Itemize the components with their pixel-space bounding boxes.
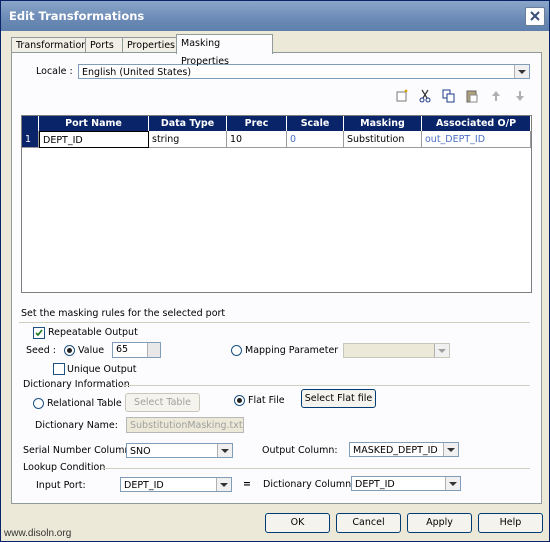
- chevron-down-icon: [445, 477, 460, 490]
- tab-label: Properties: [127, 40, 176, 51]
- paste-icon[interactable]: [465, 89, 479, 103]
- ports-grid: Port Name Data Type Prec Scale Masking A…: [21, 115, 532, 293]
- select-table-button[interactable]: Select Table: [125, 393, 200, 412]
- data-type-cell[interactable]: string: [149, 131, 227, 148]
- mapping-parameter-radio[interactable]: [231, 345, 242, 356]
- input-port-label: Input Port:: [36, 480, 86, 491]
- chevron-down-icon: [216, 478, 231, 491]
- ok-label: OK: [290, 517, 305, 528]
- column-header[interactable]: Scale: [287, 116, 344, 131]
- flat-file-label: Flat File: [248, 395, 285, 406]
- input-port-value: DEPT_ID: [124, 480, 164, 491]
- dictionary-column-value: DEPT_ID: [355, 479, 395, 490]
- seed-value-label: Value: [78, 345, 105, 356]
- edit-transformations-dialog: Edit Transformations Transformation Port…: [0, 0, 550, 542]
- serial-number-value: SNO: [130, 446, 151, 457]
- locale-select[interactable]: English (United States): [78, 64, 530, 79]
- tab-masking-properties[interactable]: Masking Properties: [176, 34, 273, 67]
- column-header[interactable]: Associated O/P: [422, 116, 531, 131]
- seed-label: Seed :: [26, 345, 56, 356]
- apply-button[interactable]: Apply: [407, 513, 472, 533]
- output-column-select[interactable]: MASKED_DEPT_ID: [349, 442, 459, 457]
- grid-corner: [22, 116, 39, 131]
- select-flat-file-button[interactable]: Select Flat file: [301, 389, 376, 408]
- cancel-label: Cancel: [352, 517, 385, 528]
- input-port-select[interactable]: DEPT_ID: [120, 477, 232, 492]
- port-name-cell[interactable]: DEPT_ID: [39, 131, 149, 148]
- title-bar: Edit Transformations: [1, 1, 549, 31]
- masking-cell[interactable]: Substitution: [344, 131, 422, 148]
- output-column-value: MASKED_DEPT_ID: [353, 445, 438, 456]
- cut-icon[interactable]: [418, 89, 432, 103]
- row-number[interactable]: 1: [22, 131, 39, 148]
- dictionary-info-heading: Dictionary Information: [23, 379, 130, 390]
- chevron-down-icon: [514, 65, 529, 78]
- divider: [121, 385, 530, 386]
- new-icon[interactable]: [395, 89, 409, 103]
- column-header[interactable]: Port Name: [39, 116, 149, 131]
- ok-button[interactable]: OK: [265, 513, 330, 533]
- dictionary-name-field[interactable]: SubstitutionMasking.txt: [126, 417, 244, 433]
- checkmark-icon: [35, 329, 43, 337]
- apply-label: Apply: [426, 517, 453, 528]
- select-table-label: Select Table: [134, 397, 191, 408]
- copy-icon[interactable]: [442, 89, 456, 103]
- locale-value: English (United States): [82, 67, 192, 78]
- dictionary-column-label: Dictionary Column:: [263, 479, 355, 490]
- spinner-up-icon[interactable]: [147, 343, 160, 350]
- associated-output-cell[interactable]: out_DEPT_ID: [422, 131, 531, 148]
- column-header[interactable]: Masking: [344, 116, 422, 131]
- relational-table-label: Relational Table: [47, 398, 122, 409]
- repeatable-output-label: Repeatable Output: [48, 327, 138, 338]
- rules-heading: Set the masking rules for the selected p…: [21, 308, 226, 319]
- repeatable-output-checkbox[interactable]: [33, 327, 45, 339]
- divider: [101, 468, 530, 469]
- spinner-down-icon[interactable]: [147, 350, 160, 357]
- column-header[interactable]: Data Type: [149, 116, 227, 131]
- seed-value-spinner[interactable]: 65: [112, 342, 161, 358]
- flat-file-radio[interactable]: [234, 395, 245, 406]
- prec-cell[interactable]: 10: [227, 131, 287, 148]
- serial-number-select[interactable]: SNO: [126, 443, 233, 458]
- close-icon: [530, 11, 540, 21]
- help-button[interactable]: Help: [478, 513, 543, 533]
- chevron-down-icon: [217, 444, 232, 457]
- column-header[interactable]: Prec: [227, 116, 287, 131]
- locale-label: Locale :: [36, 66, 73, 77]
- chevron-down-icon: [434, 344, 449, 357]
- serial-number-label: Serial Number Column:: [23, 445, 134, 456]
- lookup-condition-heading: Lookup Condition: [23, 462, 106, 473]
- mapping-parameter-label: Mapping Parameter: [245, 345, 339, 356]
- help-label: Help: [499, 517, 522, 528]
- output-column-label: Output Column:: [262, 445, 338, 456]
- select-flat-file-label: Select Flat file: [304, 393, 373, 404]
- relational-table-radio[interactable]: [33, 398, 44, 409]
- close-button[interactable]: [525, 7, 545, 26]
- tab-label: Masking Properties: [181, 38, 230, 67]
- watermark: www.disoln.org: [4, 528, 72, 539]
- chevron-down-icon: [443, 443, 458, 456]
- tab-label: Ports: [90, 40, 114, 51]
- tab-label: Transformation: [16, 40, 88, 51]
- scale-cell[interactable]: 0: [287, 131, 344, 148]
- dictionary-name-value: SubstitutionMasking.txt: [130, 420, 243, 431]
- mapping-parameter-select[interactable]: [343, 343, 450, 358]
- move-up-icon[interactable]: [489, 89, 503, 103]
- divider: [19, 322, 530, 323]
- unique-output-checkbox[interactable]: [53, 363, 65, 375]
- unique-output-label: Unique Output: [67, 364, 137, 375]
- seed-value-radio[interactable]: [64, 345, 75, 356]
- equals-sign: =: [243, 479, 251, 490]
- cancel-button[interactable]: Cancel: [336, 513, 401, 533]
- move-down-icon[interactable]: [513, 89, 527, 103]
- dictionary-column-select[interactable]: DEPT_ID: [351, 476, 461, 491]
- window-title: Edit Transformations: [9, 9, 145, 23]
- dictionary-name-label: Dictionary Name:: [35, 420, 118, 431]
- seed-value: 65: [116, 344, 129, 355]
